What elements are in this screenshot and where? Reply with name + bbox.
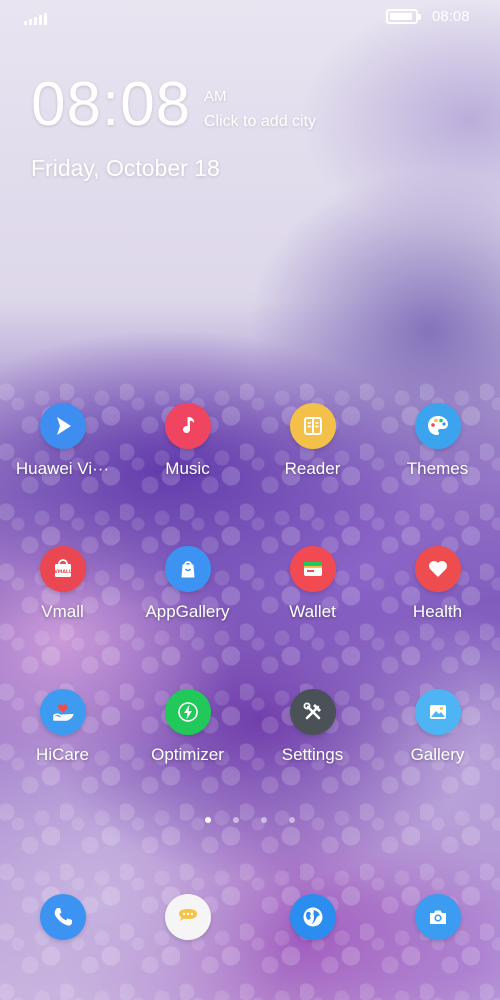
- status-time: 08:08: [432, 8, 470, 25]
- phone-icon: [39, 894, 86, 940]
- app-music[interactable]: Music: [125, 403, 250, 479]
- page-dot[interactable]: [289, 817, 295, 823]
- wallet-card-icon: [289, 546, 336, 592]
- app-hicare[interactable]: HiCare: [0, 689, 125, 765]
- lightning-icon: [164, 689, 211, 735]
- add-city-link[interactable]: Click to add city: [204, 113, 316, 131]
- camera-icon: [414, 894, 461, 940]
- page-dot[interactable]: [205, 817, 211, 823]
- dock-messages[interactable]: [125, 894, 250, 940]
- signal-icon: [24, 9, 50, 25]
- app-label: Health: [412, 602, 463, 621]
- app-health[interactable]: Health: [375, 546, 500, 622]
- dock-phone[interactable]: [0, 894, 125, 940]
- page-dot[interactable]: [261, 817, 267, 823]
- dock-camera[interactable]: [375, 894, 500, 940]
- app-label: Vmall: [41, 602, 84, 621]
- picture-icon: [414, 689, 461, 735]
- clock-date[interactable]: Friday, October 18: [31, 155, 220, 182]
- messages-icon: [164, 894, 211, 940]
- app-label: Settings: [281, 745, 344, 764]
- app-label: AppGallery: [145, 602, 230, 621]
- svg-text:VMALL: VMALL: [54, 569, 72, 575]
- video-play-icon: [39, 403, 86, 449]
- music-note-icon: [164, 403, 211, 449]
- app-gallery[interactable]: Gallery: [375, 689, 500, 765]
- dock-browser[interactable]: [250, 894, 375, 940]
- app-label: Music: [165, 459, 210, 478]
- battery-level: [390, 13, 412, 20]
- app-huawei-video[interactable]: Huawei Vi···: [0, 403, 125, 479]
- tools-icon: [289, 689, 336, 735]
- book-icon: [289, 403, 336, 449]
- app-store-icon: [164, 546, 211, 592]
- page-dot[interactable]: [233, 817, 239, 823]
- shopping-bag-icon: VMALL: [39, 546, 86, 592]
- app-vmall[interactable]: VMALL Vmall: [0, 546, 125, 622]
- status-bar: 08:08: [0, 0, 500, 34]
- app-label: HiCare: [36, 745, 89, 764]
- app-reader[interactable]: Reader: [250, 403, 375, 479]
- app-label: Optimizer: [151, 745, 224, 764]
- hand-heart-icon: [39, 689, 86, 735]
- app-label: Wallet: [289, 602, 336, 621]
- app-optimizer[interactable]: Optimizer: [125, 689, 250, 765]
- browser-globe-icon: [289, 894, 336, 940]
- palette-icon: [414, 403, 461, 449]
- app-wallet[interactable]: Wallet: [250, 546, 375, 622]
- page-indicator[interactable]: [0, 817, 500, 823]
- app-label: Reader: [284, 459, 341, 478]
- battery-icon: [386, 9, 421, 24]
- app-label: Gallery: [410, 745, 465, 764]
- app-label: Themes: [406, 459, 469, 478]
- app-themes[interactable]: Themes: [375, 403, 500, 479]
- heart-icon: [414, 546, 461, 592]
- app-settings[interactable]: Settings: [250, 689, 375, 765]
- clock-ampm: AM: [204, 88, 227, 105]
- app-label: Huawei Vi···: [15, 459, 110, 478]
- clock-time[interactable]: 08:08: [31, 74, 191, 136]
- app-appgallery[interactable]: AppGallery: [125, 546, 250, 622]
